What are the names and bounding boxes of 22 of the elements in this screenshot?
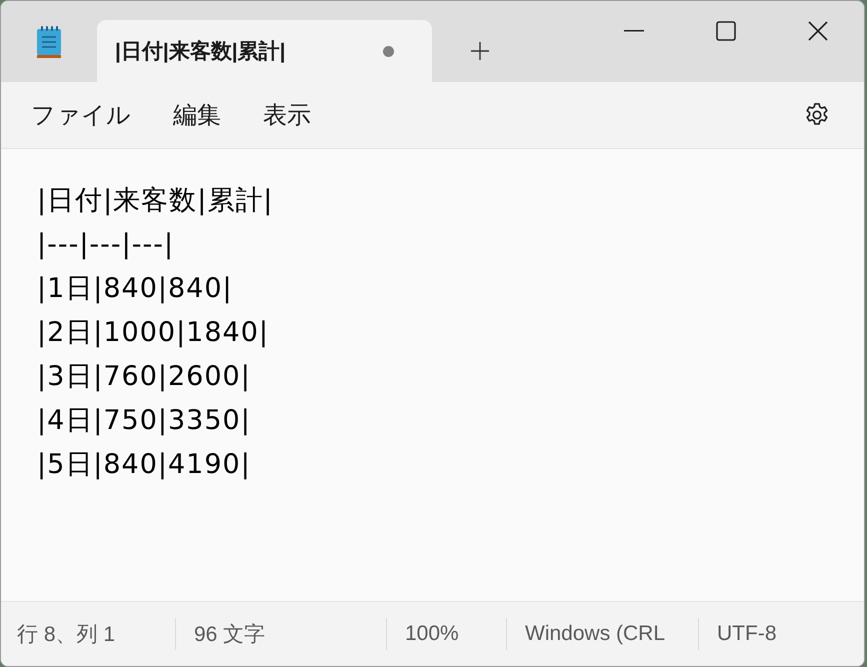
text-line: |3日|760|2600| bbox=[37, 360, 252, 394]
status-text: 100% bbox=[405, 622, 459, 646]
status-text: UTF-8 bbox=[717, 622, 776, 646]
text-line: |日付|来客数|累計| bbox=[37, 184, 274, 218]
menu-item[interactable]: ファイル bbox=[13, 91, 149, 139]
status-text: Windows (CRL bbox=[525, 622, 666, 646]
text-line: |1日|840|840| bbox=[37, 272, 234, 306]
document-tab[interactable]: |日付|来客数|累計| bbox=[97, 20, 432, 82]
text-line: |5日|840|4190| bbox=[37, 448, 252, 482]
close-icon bbox=[808, 21, 828, 41]
minimize-icon bbox=[624, 30, 644, 32]
text-line: |---|---|---| bbox=[37, 228, 176, 262]
maximize-icon bbox=[716, 21, 736, 41]
text-line: |2日|1000|1840| bbox=[37, 316, 270, 350]
status-text: 96 文字 bbox=[194, 622, 266, 648]
menu-item[interactable]: 編集 bbox=[155, 91, 239, 139]
notepad-icon bbox=[36, 24, 62, 58]
unsaved-dot-icon bbox=[383, 46, 394, 56]
plus-icon bbox=[470, 41, 490, 61]
text-line: |4日|750|3350| bbox=[37, 404, 252, 438]
status-text: 行 8、列 1 bbox=[17, 622, 116, 648]
menu-item[interactable]: 表示 bbox=[245, 91, 329, 139]
